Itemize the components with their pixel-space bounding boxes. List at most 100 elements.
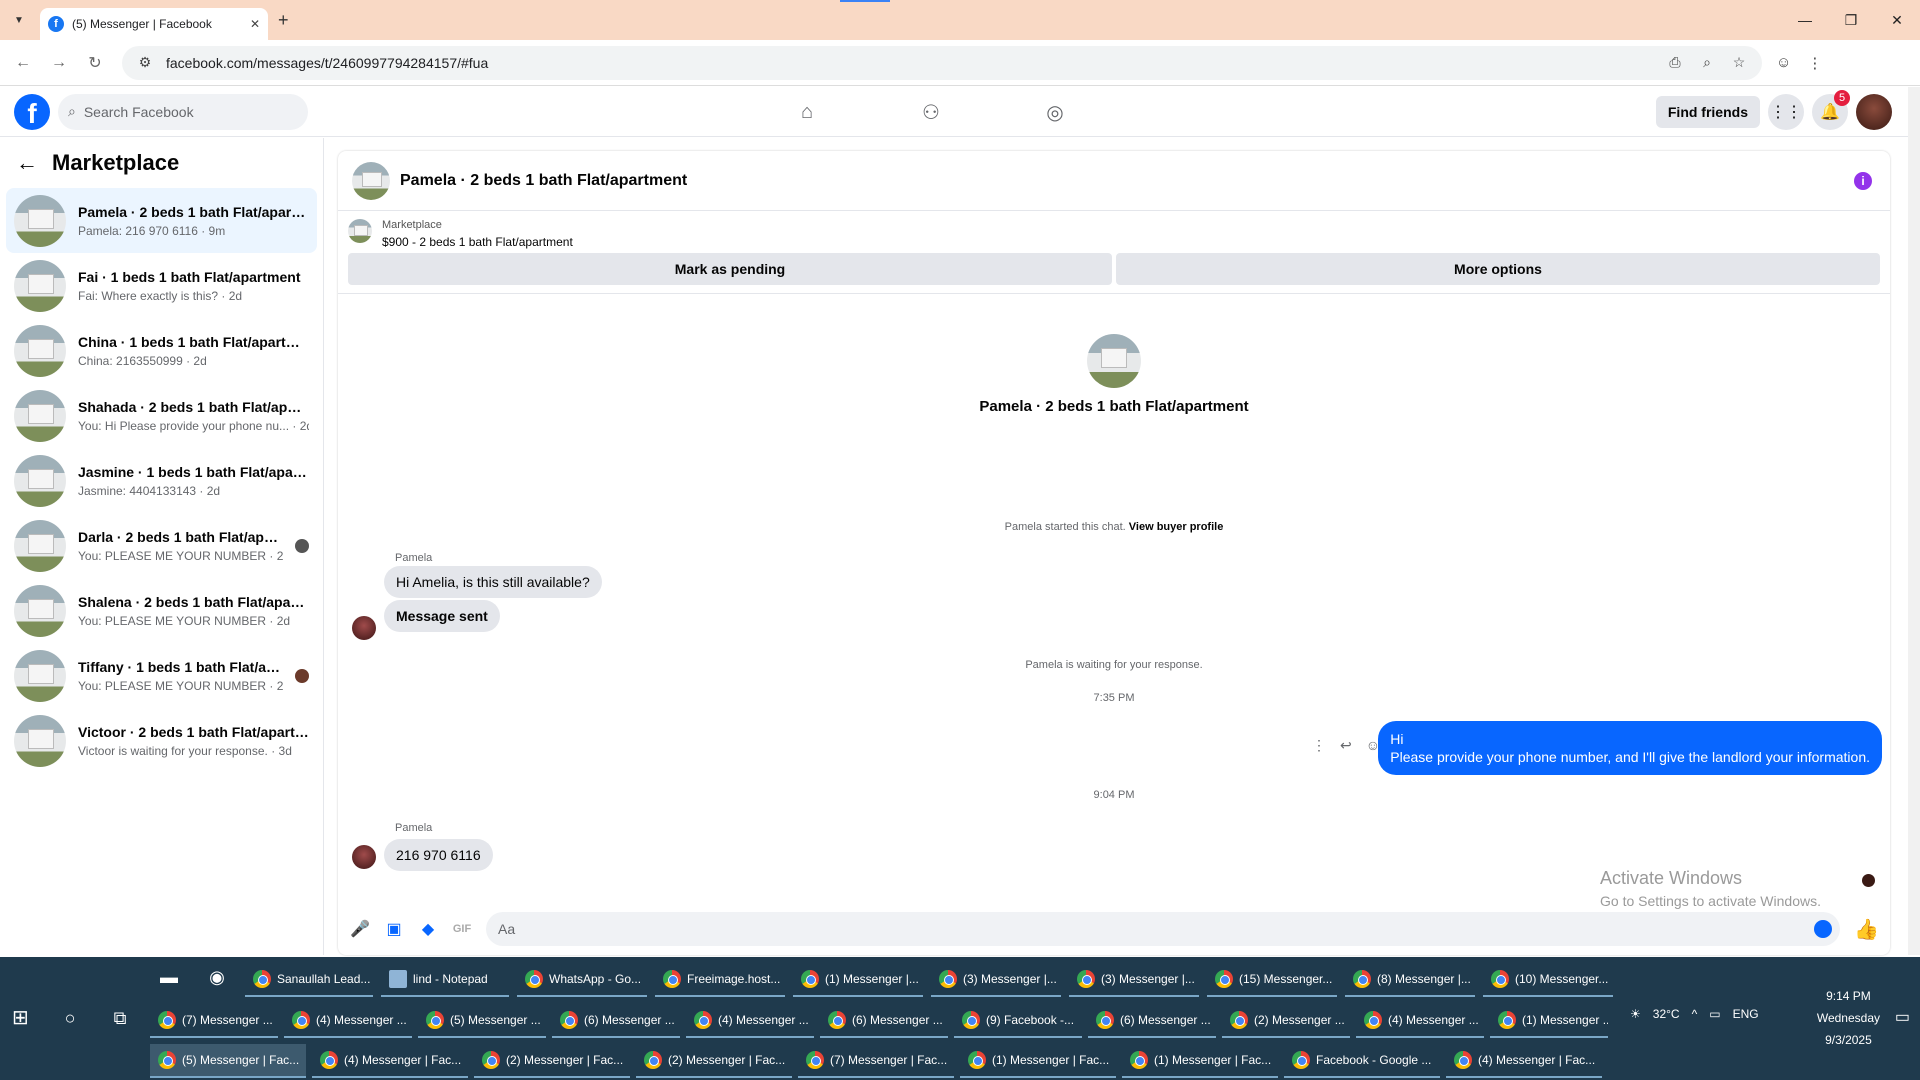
restore-icon[interactable]: ❐ [1828, 0, 1874, 40]
language-indicator[interactable]: ENG [1733, 1007, 1759, 1021]
windows-start-icon[interactable]: ⊞ [12, 1005, 36, 1029]
taskbar-item[interactable]: (2) Messenger | Fac... [474, 1044, 630, 1078]
microphone-icon[interactable]: 🎤 [350, 919, 370, 939]
weather-temp[interactable]: 32°C [1653, 1007, 1680, 1021]
find-friends-button[interactable]: Find friends [1655, 96, 1760, 128]
back-icon[interactable]: ← [10, 54, 36, 72]
taskbar-item[interactable]: Facebook - Google ... [1284, 1044, 1440, 1078]
browser-menu-icon[interactable]: ⋮ [1807, 54, 1822, 72]
notification-center-icon[interactable]: ▭ [1895, 1007, 1910, 1027]
close-tab-icon[interactable]: ✕ [250, 17, 260, 31]
site-info-icon[interactable]: ⚙ [134, 54, 156, 71]
url-omnibox[interactable]: ⚙ facebook.com/messages/t/24609977942841… [122, 45, 1762, 80]
outgoing-message[interactable]: Hi Please provide your phone number, and… [1378, 721, 1882, 775]
file-explorer-icon[interactable]: ▬ [157, 967, 181, 991]
taskbar-item[interactable]: lind - Notepad [381, 963, 509, 997]
incoming-message[interactable]: Message sent [384, 600, 500, 632]
mark-as-pending-button[interactable]: Mark as pending [348, 253, 1112, 285]
taskbar-item[interactable]: (5) Messenger | Fac... [150, 1044, 306, 1078]
photo-icon[interactable]: ▣ [384, 919, 404, 939]
taskbar-item[interactable]: (6) Messenger ... [1088, 1004, 1216, 1038]
facebook-logo-icon[interactable]: f [14, 93, 50, 130]
taskbar-item[interactable]: (10) Messenger... [1483, 963, 1613, 997]
url-text[interactable]: facebook.com/messages/t/2460997794284157… [166, 55, 1654, 71]
conversation-item[interactable]: Pamela · 2 beds 1 bath Flat/apartm... Pam… [6, 188, 317, 253]
home-icon[interactable]: ⌂ [790, 95, 824, 129]
avatar[interactable] [352, 616, 376, 640]
minimize-icon[interactable]: — [1782, 0, 1828, 40]
groups-icon[interactable]: ◎ [1038, 95, 1072, 129]
forward-icon[interactable]: → [46, 54, 72, 72]
gif-icon[interactable]: GIF [452, 923, 472, 935]
profile-icon[interactable]: ☺ [1776, 54, 1791, 72]
taskbar-item[interactable]: (4) Messenger | Fac... [312, 1044, 468, 1078]
new-tab-button[interactable]: + [278, 10, 289, 31]
taskbar-item[interactable]: Sanaullah Lead... [245, 963, 373, 997]
reload-icon[interactable]: ↻ [82, 53, 108, 73]
taskbar-item[interactable]: (15) Messenger... [1207, 963, 1337, 997]
search-input[interactable]: ⌕ Search Facebook [58, 93, 308, 130]
bookmark-star-icon[interactable]: ☆ [1728, 54, 1750, 71]
search-icon[interactable]: ○ [58, 1008, 82, 1032]
taskbar-item[interactable]: (1) Messenger |... [793, 963, 923, 997]
taskbar-item[interactable]: WhatsApp - Go... [517, 963, 647, 997]
emoji-icon[interactable] [1814, 920, 1832, 938]
more-options-button[interactable]: More options [1116, 253, 1880, 285]
view-buyer-profile-link[interactable]: View buyer profile [1129, 521, 1224, 533]
message-input[interactable]: Aa [486, 912, 1840, 946]
taskbar-item[interactable]: (8) Messenger |... [1345, 963, 1475, 997]
install-app-icon[interactable]: ⎙ [1664, 54, 1686, 71]
taskbar-item[interactable]: (5) Messenger ... [418, 1004, 546, 1038]
clock[interactable]: 9:14 PM Wednesday 9/3/2025 [1817, 985, 1880, 1051]
taskbar-item[interactable]: (3) Messenger |... [1069, 963, 1199, 997]
conversation-item[interactable]: Victoor · 2 beds 1 bath Flat/apartm... Vi… [6, 708, 317, 773]
conversation-item[interactable]: Shahada · 2 beds 1 bath Flat/apart... You… [6, 383, 317, 448]
taskbar-item[interactable]: (1) Messenger | Fac... [1122, 1044, 1278, 1078]
conversation-item[interactable]: Tiffany · 1 beds 1 bath Flat/apart... You… [6, 643, 317, 708]
menu-grid-icon[interactable]: ⋮⋮ [1768, 94, 1804, 130]
incoming-message[interactable]: Hi Amelia, is this still available? [384, 566, 602, 598]
taskbar-item[interactable]: (7) Messenger ... [150, 1004, 278, 1038]
back-arrow-icon[interactable]: ← [16, 150, 38, 176]
taskbar-item[interactable]: (1) Messenger ... [1490, 1004, 1608, 1038]
page-scrollbar[interactable] [1908, 87, 1920, 955]
notifications-bell-icon[interactable]: 🔔 5 [1812, 90, 1850, 130]
incoming-message[interactable]: 216 970 6116 [384, 839, 493, 871]
info-icon[interactable]: i [1854, 172, 1872, 190]
more-icon[interactable]: ⋮ [1312, 737, 1326, 754]
sticker-icon[interactable]: ◆ [418, 919, 438, 939]
chrome-icon[interactable]: ◉ [205, 967, 229, 991]
chat-title[interactable]: Pamela · 2 beds 1 bath Flat/apartment [400, 172, 687, 190]
taskbar-item[interactable]: (6) Messenger ... [552, 1004, 680, 1038]
taskbar-item[interactable]: (9) Facebook -... [954, 1004, 1082, 1038]
taskbar-item[interactable]: (2) Messenger | Fac... [636, 1044, 792, 1078]
tab-search-chevron-icon[interactable]: ▼ [8, 9, 30, 31]
zoom-icon[interactable]: ⌕ [1696, 54, 1718, 71]
taskbar-item[interactable]: (3) Messenger |... [931, 963, 1061, 997]
listing-summary[interactable]: Marketplace $900 - 2 beds 1 bath Flat/ap… [338, 211, 1890, 249]
taskbar-item[interactable]: (4) Messenger ... [686, 1004, 814, 1038]
close-window-icon[interactable]: ✕ [1874, 0, 1920, 40]
weather-icon[interactable]: ☀ [1630, 1007, 1641, 1021]
reply-icon[interactable]: ↩ [1340, 737, 1352, 754]
conversation-item[interactable]: China · 1 beds 1 bath Flat/apartment Chin… [6, 318, 317, 383]
taskbar-item[interactable]: (4) Messenger ... [1356, 1004, 1484, 1038]
avatar[interactable] [1856, 94, 1892, 130]
taskbar-item[interactable]: (1) Messenger | Fac... [960, 1044, 1116, 1078]
thumbs-up-icon[interactable]: 👍 [1854, 917, 1879, 942]
listing-thumbnail[interactable] [352, 161, 390, 200]
taskbar-item[interactable]: (2) Messenger ... [1222, 1004, 1350, 1038]
taskbar-item[interactable]: (7) Messenger | Fac... [798, 1044, 954, 1078]
taskbar-item[interactable]: Freeimage.host... [655, 963, 785, 997]
conversation-item[interactable]: Jasmine · 1 beds 1 bath Flat/apart... Jas… [6, 448, 317, 513]
conversation-item[interactable]: Fai · 1 beds 1 bath Flat/apartment Fai: W… [6, 253, 317, 318]
taskbar-item[interactable]: (4) Messenger ... [284, 1004, 412, 1038]
chevron-up-icon[interactable]: ^ [1692, 1007, 1698, 1021]
network-icon[interactable]: ▭ [1709, 1007, 1720, 1021]
taskbar-item[interactable]: (4) Messenger | Fac... [1446, 1044, 1602, 1078]
taskbar-item[interactable]: (6) Messenger ... [820, 1004, 948, 1038]
conversation-item[interactable]: Darla · 2 beds 1 bath Flat/apart... You: … [6, 513, 317, 578]
avatar[interactable] [352, 845, 376, 869]
browser-tab-messenger[interactable]: f (5) Messenger | Facebook ✕ [40, 8, 268, 40]
conversation-item[interactable]: Shalena · 2 beds 1 bath Flat/apart... You… [6, 578, 317, 643]
